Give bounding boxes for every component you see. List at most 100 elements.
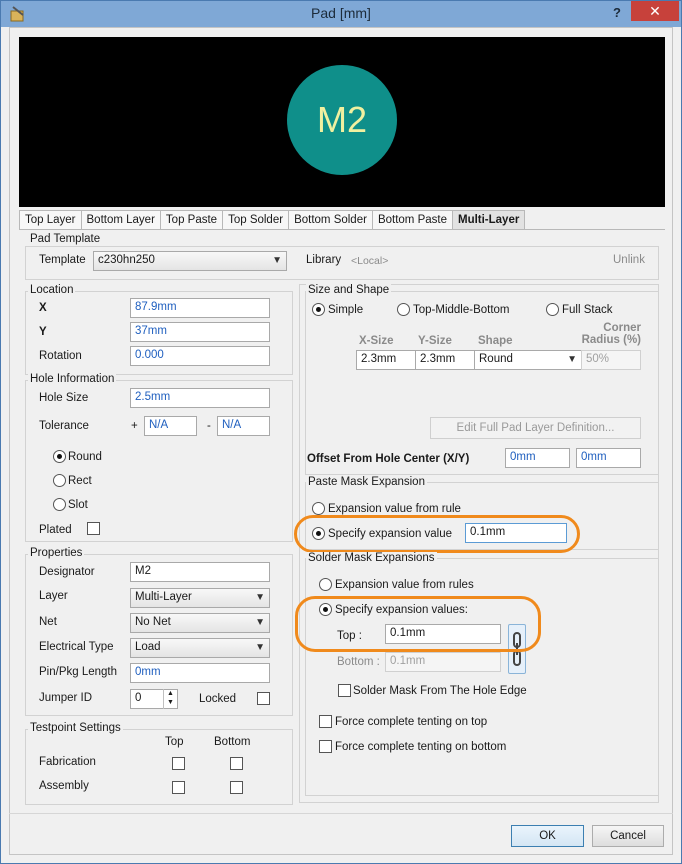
tab-top-solder[interactable]: Top Solder bbox=[222, 210, 290, 229]
shape-select[interactable]: Round ▼ bbox=[474, 350, 582, 370]
library-label: Library bbox=[306, 254, 342, 266]
layer-tabs: Top Layer Bottom Layer Top Paste Top Sol… bbox=[19, 210, 526, 230]
tent-top-checkbox[interactable] bbox=[319, 715, 332, 728]
shape-full-stack-label: Full Stack bbox=[562, 304, 613, 316]
y-size-header: Y-Size bbox=[418, 335, 452, 347]
tolerance-plus-field[interactable]: N/A bbox=[144, 416, 197, 436]
properties-title: Properties bbox=[28, 547, 85, 559]
y-field[interactable]: 37mm bbox=[130, 322, 270, 342]
pad-dialog: Pad [mm] ? ✕ M2 Top Layer Bottom Layer T… bbox=[0, 0, 682, 864]
hole-size-field[interactable]: 2.5mm bbox=[130, 388, 270, 408]
tolerance-minus-sign: - bbox=[207, 420, 211, 432]
assembly-bottom-checkbox[interactable] bbox=[230, 781, 243, 794]
designator-field[interactable]: M2 bbox=[130, 562, 270, 582]
hole-slot-label: Slot bbox=[68, 499, 88, 511]
solder-bottom-field[interactable]: 0.1mm bbox=[385, 652, 501, 672]
window-title: Pad [mm] bbox=[311, 5, 371, 21]
hole-size-label: Hole Size bbox=[39, 392, 89, 404]
shape-simple-radio[interactable] bbox=[312, 303, 325, 316]
offset-x-field[interactable]: 0mm bbox=[505, 448, 570, 468]
pad-shape-preview: M2 bbox=[287, 65, 397, 175]
layer-select[interactable]: Multi-Layer ▼ bbox=[130, 588, 270, 608]
solder-mask-group bbox=[305, 558, 659, 796]
chevron-down-icon: ▼ bbox=[255, 617, 265, 628]
shape-tmb-label: Top-Middle-Bottom bbox=[413, 304, 510, 316]
solder-mask-title: Solder Mask Expansions bbox=[306, 552, 437, 564]
hole-round-label: Round bbox=[68, 451, 102, 463]
locked-checkbox[interactable] bbox=[257, 692, 270, 705]
hole-round-radio[interactable] bbox=[53, 450, 66, 463]
pad-template-title: Pad Template bbox=[28, 233, 103, 245]
solder-from-rules-radio[interactable] bbox=[319, 578, 332, 591]
ok-button[interactable]: OK bbox=[511, 825, 584, 847]
locked-label: Locked bbox=[199, 693, 237, 705]
tent-bottom-checkbox[interactable] bbox=[319, 740, 332, 753]
x-size-field[interactable]: 2.3mm bbox=[356, 350, 416, 370]
template-value: c230hn250 bbox=[98, 254, 155, 266]
tent-bottom-label: Force complete tenting on bottom bbox=[335, 741, 507, 753]
tolerance-minus-field[interactable]: N/A bbox=[217, 416, 270, 436]
electrical-type-label: Electrical Type bbox=[39, 641, 114, 653]
pin-pkg-length-field[interactable]: 0mm bbox=[130, 663, 270, 683]
rotation-field[interactable]: 0.000 bbox=[130, 346, 270, 366]
hole-slot-radio[interactable] bbox=[53, 498, 66, 511]
fabrication-bottom-checkbox[interactable] bbox=[230, 757, 243, 770]
tab-bottom-layer[interactable]: Bottom Layer bbox=[80, 210, 161, 229]
corner-radius-field[interactable]: 50% bbox=[581, 350, 641, 370]
designator-label: Designator bbox=[39, 566, 95, 578]
electrical-type-value: Load bbox=[135, 641, 161, 653]
offset-y-field[interactable]: 0mm bbox=[576, 448, 641, 468]
footer-divider bbox=[9, 813, 673, 814]
spin-down-icon[interactable]: ▼ bbox=[164, 698, 177, 707]
solder-from-rules-label: Expansion value from rules bbox=[335, 579, 474, 591]
y-label: Y bbox=[39, 326, 47, 338]
shape-full-stack-radio[interactable] bbox=[546, 303, 559, 316]
shape-simple-label: Simple bbox=[328, 304, 364, 316]
tab-multi-layer[interactable]: Multi-Layer bbox=[451, 210, 526, 229]
solder-from-hole-edge-checkbox[interactable] bbox=[338, 684, 351, 697]
edit-full-pad-layer-button[interactable]: Edit Full Pad Layer Definition... bbox=[430, 417, 641, 439]
template-select[interactable]: c230hn250 ▼ bbox=[93, 251, 287, 271]
assembly-top-checkbox[interactable] bbox=[172, 781, 185, 794]
chevron-down-icon: ▼ bbox=[272, 255, 282, 266]
net-value: No Net bbox=[135, 616, 171, 628]
paste-mask-title: Paste Mask Expansion bbox=[306, 476, 427, 488]
close-button[interactable]: ✕ bbox=[631, 1, 679, 21]
tolerance-plus-sign: + bbox=[131, 420, 138, 432]
jumper-id-spinner[interactable]: ▲ ▼ bbox=[163, 689, 177, 709]
x-size-header: X-Size bbox=[359, 335, 394, 347]
chevron-down-icon: ▼ bbox=[567, 354, 577, 365]
shape-value: Round bbox=[479, 353, 513, 365]
electrical-type-select[interactable]: Load ▼ bbox=[130, 638, 270, 658]
layer-value: Multi-Layer bbox=[135, 591, 192, 603]
plated-label: Plated bbox=[39, 524, 72, 536]
tent-top-label: Force complete tenting on top bbox=[335, 716, 488, 728]
tab-bottom-solder[interactable]: Bottom Solder bbox=[288, 210, 373, 229]
hole-rect-radio[interactable] bbox=[53, 474, 66, 487]
spin-up-icon[interactable]: ▲ bbox=[164, 689, 177, 698]
testpoint-title: Testpoint Settings bbox=[28, 722, 123, 734]
rotation-label: Rotation bbox=[39, 350, 82, 362]
tab-top-paste[interactable]: Top Paste bbox=[159, 210, 224, 229]
help-button[interactable]: ? bbox=[607, 3, 627, 23]
paste-from-rule-label: Expansion value from rule bbox=[328, 503, 461, 515]
cancel-button[interactable]: Cancel bbox=[592, 825, 664, 847]
assembly-label: Assembly bbox=[39, 780, 89, 792]
solder-highlight-annotation bbox=[295, 596, 541, 652]
tab-top-layer[interactable]: Top Layer bbox=[19, 210, 82, 229]
location-title: Location bbox=[28, 284, 76, 296]
library-value: <Local> bbox=[351, 255, 389, 267]
title-bar[interactable]: Pad [mm] ? ✕ bbox=[1, 1, 681, 27]
fabrication-top-checkbox[interactable] bbox=[172, 757, 185, 770]
solder-bottom-label: Bottom : bbox=[337, 656, 380, 668]
unlink-link[interactable]: Unlink bbox=[613, 254, 645, 266]
layer-label: Layer bbox=[39, 590, 68, 602]
tab-bottom-paste[interactable]: Bottom Paste bbox=[371, 210, 453, 229]
x-field[interactable]: 87.9mm bbox=[130, 298, 270, 318]
plated-checkbox[interactable] bbox=[87, 522, 100, 535]
paste-from-rule-radio[interactable] bbox=[312, 502, 325, 515]
net-select[interactable]: No Net ▼ bbox=[130, 613, 270, 633]
shape-tmb-radio[interactable] bbox=[397, 303, 410, 316]
y-size-field[interactable]: 2.3mm bbox=[415, 350, 475, 370]
pin-pkg-length-label: Pin/Pkg Length bbox=[39, 666, 118, 678]
